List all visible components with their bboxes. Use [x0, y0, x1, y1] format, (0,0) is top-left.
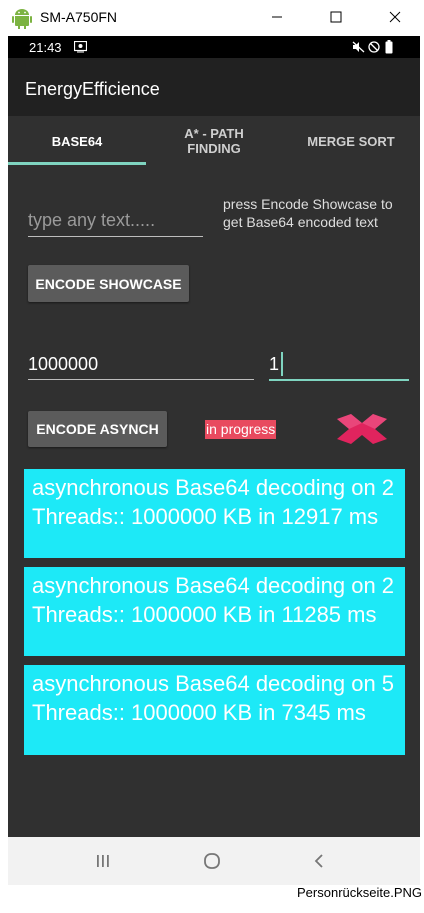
- encode-showcase-button[interactable]: ENCODE SHOWCASE: [28, 265, 189, 302]
- file-name-label: Personrückseite.PNG: [297, 885, 422, 900]
- back-icon[interactable]: [311, 851, 327, 871]
- tab-label: A* - PATH FINDING: [184, 126, 244, 156]
- encode-hint: press Encode Showcase to get Base64 enco…: [223, 196, 393, 230]
- result-card-3: asynchronous Base64 decoding on 5 Thread…: [24, 665, 405, 755]
- result-card-1: asynchronous Base64 decoding on 2 Thread…: [24, 469, 405, 558]
- tab-label: MERGE SORT: [307, 133, 395, 149]
- battery-icon: [385, 40, 393, 54]
- encode-async-button[interactable]: ENCODE ASYNCH: [28, 411, 167, 447]
- minimize-icon[interactable]: [264, 6, 290, 28]
- tab-bar: BASE64 A* - PATH FINDING MERGE SORT: [8, 116, 420, 166]
- result-card-2: asynchronous Base64 decoding on 2 Thread…: [24, 567, 405, 656]
- home-icon[interactable]: [202, 851, 222, 871]
- device-screen: 21:43 EnergyEfficience BASE64 A* - PATH …: [8, 36, 420, 885]
- close-icon[interactable]: [382, 6, 408, 28]
- screen-record-icon: [74, 41, 87, 53]
- app-bar: EnergyEfficience: [8, 58, 420, 116]
- progress-badge: in progress: [205, 420, 277, 439]
- mute-icon: [352, 41, 365, 53]
- app-title: EnergyEfficience: [25, 79, 160, 99]
- text-input[interactable]: type any text.....: [28, 206, 203, 237]
- window-titlebar: SM-A750FN: [0, 0, 424, 36]
- maximize-icon[interactable]: [323, 6, 349, 28]
- close-x-icon[interactable]: [335, 412, 389, 446]
- android-icon: [12, 9, 32, 29]
- text-input-placeholder: type any text.....: [28, 210, 156, 230]
- tab-label: BASE64: [51, 133, 103, 149]
- text-cursor: [281, 352, 283, 376]
- recents-icon[interactable]: [94, 852, 112, 870]
- tab-a-star-path-finding[interactable]: A* - PATH FINDING: [146, 116, 282, 166]
- status-time: 21:43: [29, 40, 62, 55]
- threads-input-value: 1: [269, 354, 280, 374]
- tab-base64[interactable]: BASE64: [8, 116, 146, 166]
- threads-input[interactable]: 1: [269, 350, 409, 381]
- status-bar: 21:43: [8, 36, 420, 58]
- system-nav-bar: [8, 837, 420, 885]
- size-input-value: 1000000: [28, 354, 99, 374]
- size-input[interactable]: 1000000: [28, 350, 254, 380]
- no-disturb-icon: [368, 41, 380, 53]
- window-title: SM-A750FN: [40, 9, 118, 25]
- active-tab-indicator: [8, 162, 146, 165]
- tab-merge-sort[interactable]: MERGE SORT: [282, 116, 420, 166]
